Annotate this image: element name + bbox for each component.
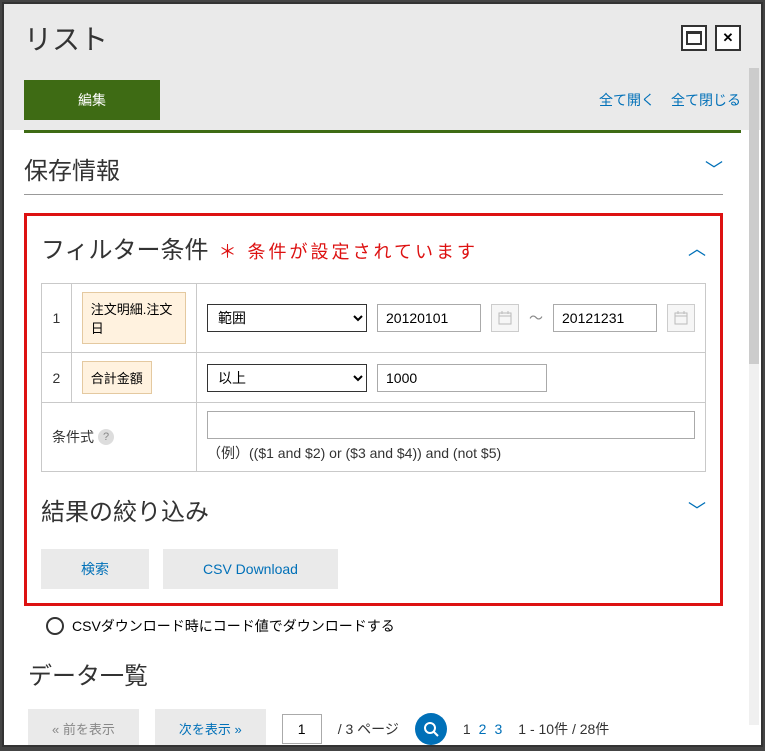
edit-button[interactable]: 編集: [24, 80, 160, 120]
next-page-button[interactable]: 次を表示 »: [155, 709, 266, 745]
radio-icon[interactable]: [46, 617, 64, 635]
save-info-header[interactable]: 保存情報 ﹀: [24, 151, 723, 194]
page-link[interactable]: 2: [479, 721, 487, 737]
filter-notice: ＊ 条件が設定されています: [219, 238, 478, 264]
field-chip[interactable]: 合計金額: [82, 361, 152, 394]
dialog-window: リスト ✕ 編集 全て開く 全て閉じる 保存情報 ﹀ フィルター条件 ＊ 条件が…: [2, 2, 763, 747]
filter-row: 1 注文明細.注文日 範囲 ～: [42, 284, 706, 353]
divider: [24, 194, 723, 195]
expression-example: （例）(($1 and $2) or ($3 and $4)) and (not…: [207, 443, 695, 463]
chevron-up-icon: ︿: [688, 235, 706, 261]
filter-section: フィルター条件 ＊ 条件が設定されています ︿ 1 注文明細.注文日 範囲: [24, 213, 723, 606]
expression-input[interactable]: [207, 411, 695, 439]
filter-header[interactable]: フィルター条件 ＊ 条件が設定されています ︿: [41, 230, 706, 265]
field-chip[interactable]: 注文明細.注文日: [82, 292, 186, 344]
csv-option-label: CSVダウンロード時にコード値でダウンロードする: [72, 616, 395, 636]
filter-row: 2 合計金額 以上: [42, 353, 706, 403]
value-to-input[interactable]: [553, 304, 657, 332]
csv-download-button[interactable]: CSV Download: [163, 549, 338, 589]
prev-page-button[interactable]: « 前を表示: [28, 709, 139, 745]
close-icon[interactable]: ✕: [715, 25, 741, 51]
row-number: 1: [42, 284, 72, 353]
content: 保存情報 ﹀ フィルター条件 ＊ 条件が設定されています ︿ 1 注文明細.注文…: [24, 130, 741, 745]
filter-table: 1 注文明細.注文日 範囲 ～: [41, 283, 706, 472]
operator-select[interactable]: 以上: [207, 364, 367, 392]
expression-row: 条件式 ? （例）(($1 and $2) or ($3 and $4)) an…: [42, 403, 706, 472]
row-number: 2: [42, 353, 72, 403]
data-list-title: データ一覧: [28, 656, 719, 691]
page-total: / 3 ページ: [338, 719, 399, 739]
refine-title: 結果の絞り込み: [41, 492, 209, 527]
calendar-icon[interactable]: [491, 304, 519, 332]
refine-header[interactable]: 結果の絞り込み ﹀: [41, 492, 706, 535]
expand-all-link[interactable]: 全て開く: [599, 90, 655, 110]
action-row: 検索 CSV Download: [41, 549, 706, 589]
pager: « 前を表示 次を表示 » / 3 ページ 1 2 3 1 - 10件 / 28…: [28, 709, 719, 745]
value-input[interactable]: [377, 364, 547, 392]
toolbar-links: 全て開く 全て閉じる: [599, 90, 741, 110]
chevron-down-icon: ﹀: [705, 156, 723, 182]
filter-title: フィルター条件: [41, 230, 209, 265]
range-info: 1 - 10件 / 28件: [518, 719, 609, 739]
window-controls: ✕: [681, 25, 741, 51]
collapse-all-link[interactable]: 全て閉じる: [671, 90, 741, 110]
page-numbers: 1 2 3: [463, 721, 502, 737]
scrollbar[interactable]: [749, 68, 759, 725]
calendar-icon[interactable]: [667, 304, 695, 332]
scrollbar-thumb[interactable]: [749, 68, 759, 364]
toolbar: 編集 全て開く 全て閉じる: [4, 72, 761, 130]
page-link[interactable]: 1: [463, 721, 471, 737]
data-list-section: データ一覧 « 前を表示 次を表示 » / 3 ページ 1 2 3 1 - 10…: [24, 656, 723, 745]
page-link[interactable]: 3: [494, 721, 502, 737]
operator-select[interactable]: 範囲: [207, 304, 367, 332]
csv-option-row[interactable]: CSVダウンロード時にコード値でダウンロードする: [46, 616, 701, 636]
search-icon[interactable]: [415, 713, 447, 745]
expression-label: 条件式 ?: [52, 427, 186, 447]
save-info-title: 保存情報: [24, 151, 120, 186]
window-header: リスト ✕: [4, 4, 761, 72]
window-title: リスト: [24, 18, 108, 58]
value-from-input[interactable]: [377, 304, 481, 332]
page-input[interactable]: [282, 714, 322, 744]
maximize-icon[interactable]: [681, 25, 707, 51]
help-icon[interactable]: ?: [98, 429, 114, 445]
search-button[interactable]: 検索: [41, 549, 149, 589]
chevron-down-icon: ﹀: [688, 497, 706, 523]
range-separator: ～: [529, 308, 543, 328]
